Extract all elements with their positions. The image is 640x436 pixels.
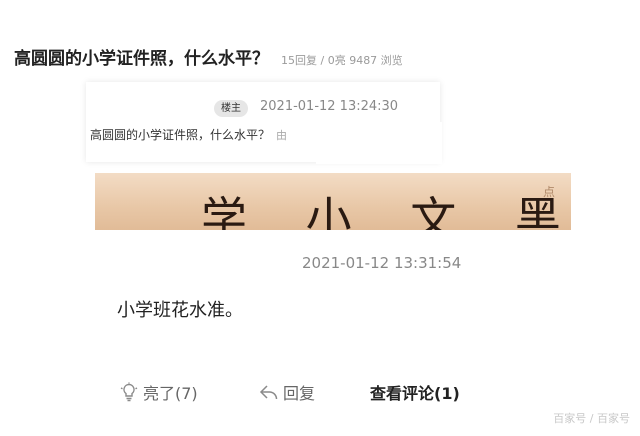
- reply-button[interactable]: 回复: [258, 380, 315, 404]
- like-label: 亮了(7): [143, 384, 198, 403]
- post-timestamp: 2021-01-12 13:24:30: [260, 99, 399, 114]
- view-comments-label: 查看评论(1): [370, 384, 460, 403]
- redacted-area: [316, 122, 442, 164]
- thread-stats: 15回复 / 0亮 9487 浏览: [281, 54, 403, 67]
- reply-arrow-icon: [258, 381, 280, 403]
- photo-stamp: 点: [542, 185, 555, 199]
- op-badge: 楼主: [214, 100, 248, 117]
- reply-timestamp: 2021-01-12 13:31:54: [302, 254, 462, 272]
- post-by-label: 由: [276, 129, 288, 142]
- post-summary: 高圆圆的小学证件照，什么水平？ 由: [90, 126, 287, 143]
- reply-label: 回复: [283, 384, 316, 403]
- thread-title[interactable]: 高圆圆的小学证件照，什么水平？: [14, 44, 269, 69]
- source-watermark: 百家号 / 百家号: [553, 412, 630, 425]
- reply-text: 小学班花水准。: [117, 300, 243, 321]
- post-header: 高圆圆的小学证件照，什么水平？ 15回复 / 0亮 9487 浏览: [14, 44, 403, 70]
- lightbulb-icon: [118, 381, 140, 403]
- post-text: 高圆圆的小学证件照，什么水平？: [90, 128, 271, 142]
- photo-caption: 学 小 文 黑 图: [201, 192, 571, 231]
- like-button[interactable]: 亮了(7): [118, 380, 198, 404]
- post-photo[interactable]: 学 小 文 黑 图 点: [95, 173, 571, 231]
- view-comments-button[interactable]: 查看评论(1): [370, 380, 460, 404]
